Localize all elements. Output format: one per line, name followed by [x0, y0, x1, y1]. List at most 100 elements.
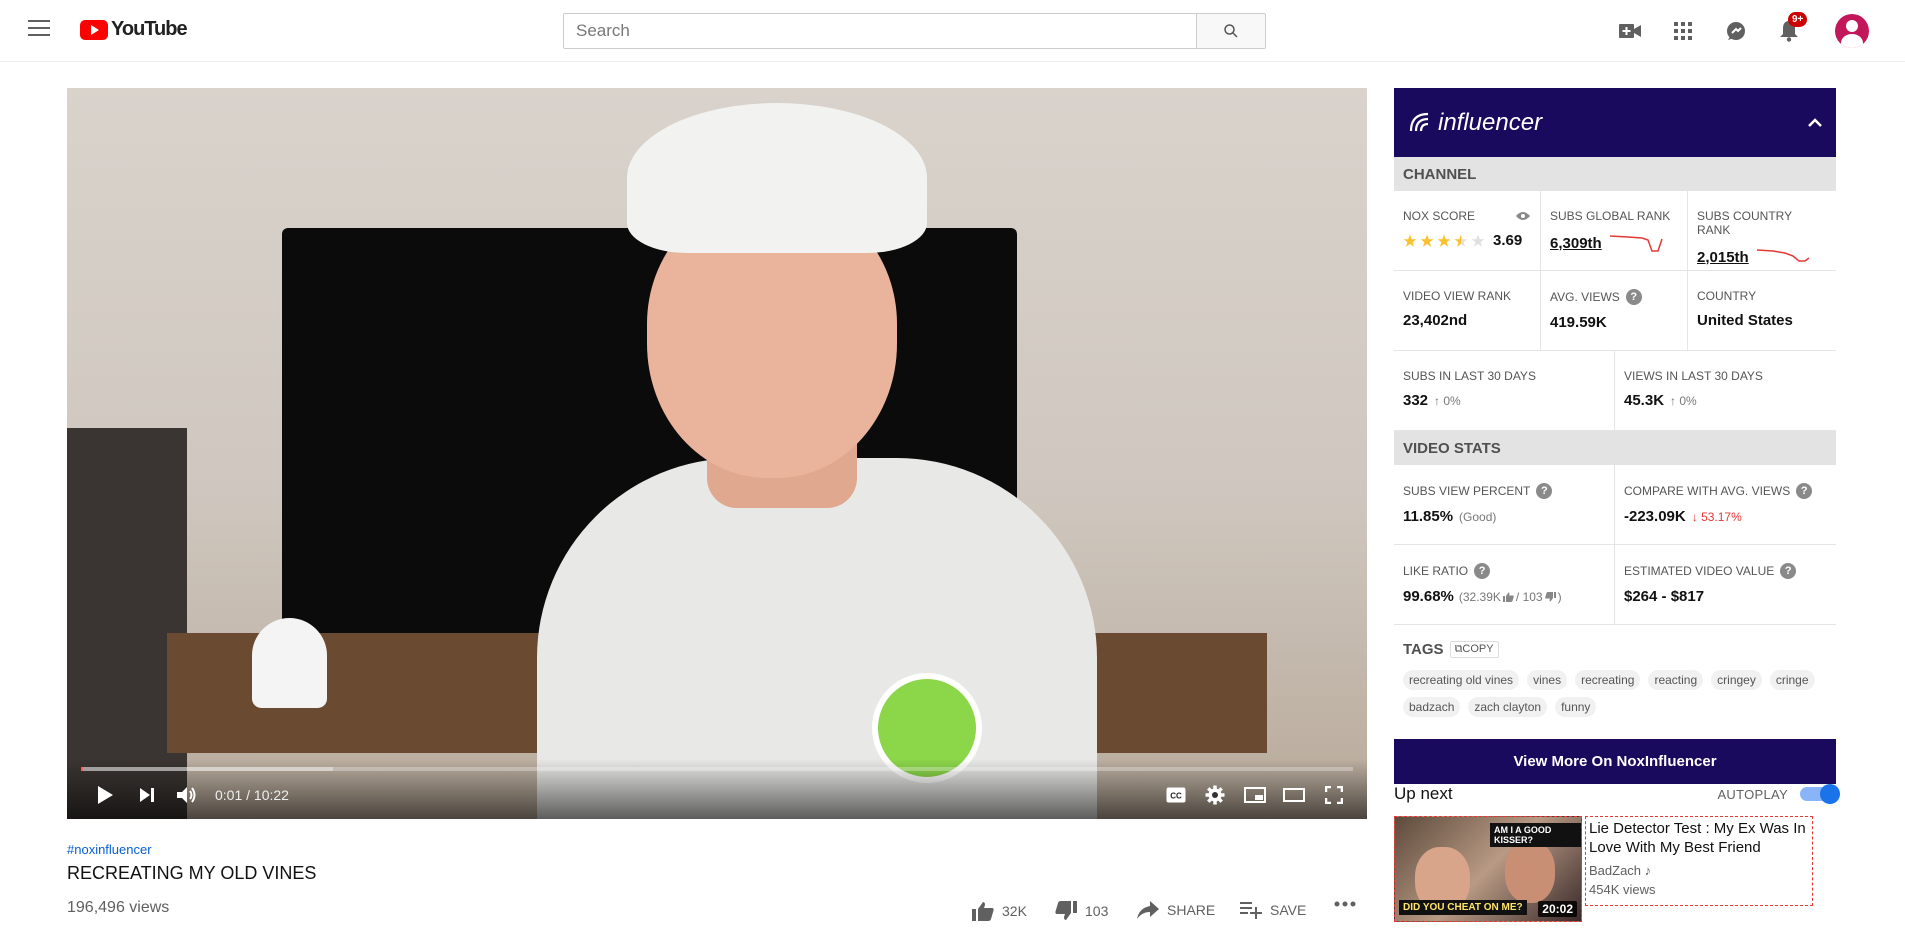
subs-global-rank-value[interactable]: 6,309th [1550, 235, 1602, 252]
subs-view-percent-note: (Good) [1459, 509, 1497, 524]
tag-chip[interactable]: badzach [1403, 697, 1461, 717]
like-ratio-detail: (32.39K / 103 ) [1459, 590, 1562, 604]
view-count: 196,496 views [67, 899, 170, 916]
up-next-details[interactable]: Lie Detector Test : My Ex Was In Love Wi… [1585, 816, 1813, 906]
like-button[interactable]: 32K [972, 901, 1027, 921]
thumbs-up-small-icon [1502, 592, 1514, 602]
search-input[interactable] [563, 13, 1196, 49]
tag-chip[interactable]: recreating old vines [1403, 670, 1520, 690]
menu-icon[interactable] [28, 20, 50, 38]
share-label: SHARE [1167, 902, 1216, 918]
star-icon [1403, 234, 1417, 247]
thumbnail-person-right [1505, 841, 1555, 903]
messages-icon[interactable] [1724, 19, 1748, 43]
next-button[interactable] [135, 783, 159, 807]
tag-chip[interactable]: recreating [1575, 670, 1641, 690]
music-note-icon: ♪ [1644, 863, 1652, 878]
compare-avg-views-change: ↓ 53.17% [1692, 510, 1742, 524]
tag-chip[interactable]: zach clayton [1468, 697, 1548, 717]
thumbs-down-icon [1055, 901, 1077, 920]
tag-chip[interactable]: cringey [1711, 670, 1762, 690]
subtitles-button[interactable]: CC [1164, 783, 1188, 807]
search-button[interactable] [1196, 13, 1266, 49]
account-avatar[interactable] [1835, 14, 1869, 48]
play-button[interactable] [93, 783, 117, 807]
noxinfluencer-logo: influencer [1408, 109, 1542, 137]
video-stats-row-1: SUBS VIEW PERCENT? 11.85% (Good) COMPARE … [1394, 465, 1836, 545]
video-player[interactable]: 0:01 / 10:22 CC [67, 88, 1367, 819]
like-count: 32K [1002, 903, 1027, 919]
tag-chip[interactable]: vines [1527, 670, 1568, 690]
video-view-rank-value: 23,402nd [1403, 312, 1468, 329]
share-button[interactable]: SHARE [1137, 901, 1215, 919]
help-icon[interactable]: ? [1536, 483, 1553, 499]
tag-chip[interactable]: cringe [1769, 670, 1815, 690]
play-icon [98, 786, 113, 804]
thumbnail-caption-bottom: DID YOU CHEAT ON ME? [1399, 900, 1527, 915]
panel-logo-text: influencer [1438, 108, 1543, 136]
copy-tags-button[interactable]: ⧉COPY [1449, 641, 1499, 658]
video-hashtag-link[interactable]: #noxinfluencer [67, 842, 152, 857]
up-next-thumbnail[interactable]: AM I A GOOD KISSER? DID YOU CHEAT ON ME?… [1394, 816, 1582, 922]
eye-icon[interactable] [1515, 211, 1531, 221]
subs-country-rank-value[interactable]: 2,015th [1697, 249, 1749, 266]
gear-icon [1205, 785, 1225, 805]
tag-chip[interactable]: reacting [1648, 670, 1704, 690]
skip-next-icon [140, 788, 154, 802]
like-ratio-value: 99.68% [1403, 588, 1454, 605]
dislike-button[interactable]: 103 [1055, 901, 1108, 921]
progress-buffer [81, 767, 333, 771]
thumbnail-caption-top: AM I A GOOD KISSER? [1490, 823, 1581, 847]
up-next-title[interactable]: Lie Detector Test : My Ex Was In Love Wi… [1589, 819, 1809, 857]
arrow-down-icon: ↓ [1691, 509, 1702, 524]
tags-heading: TAGS [1403, 641, 1444, 658]
time-display: 0:01 / 10:22 [215, 787, 289, 803]
views-30-days-label: VIEWS IN LAST 30 DAYS [1624, 369, 1763, 383]
video-stats-section-heading: VIDEO STATS [1394, 431, 1836, 465]
avg-views-value: 419.59K [1550, 314, 1607, 331]
more-horizontal-icon [1334, 901, 1356, 907]
fullscreen-button[interactable] [1322, 783, 1346, 807]
star-icon [1437, 234, 1451, 247]
noxinfluencer-logo-icon [1409, 112, 1429, 131]
autoplay-toggle[interactable] [1800, 784, 1840, 804]
star-icon [1454, 234, 1468, 247]
help-icon[interactable]: ? [1780, 563, 1797, 579]
view-more-button[interactable]: View More On NoxInfluencer [1394, 739, 1836, 784]
player-controls: 0:01 / 10:22 CC [67, 759, 1367, 819]
subs-view-percent-value: 11.85% [1403, 508, 1454, 525]
country-value: United States [1697, 312, 1793, 329]
settings-button[interactable] [1203, 783, 1227, 807]
mute-button[interactable] [175, 783, 199, 807]
time-separator: / [242, 787, 254, 803]
help-icon[interactable]: ? [1474, 563, 1491, 579]
progress-bar[interactable] [81, 767, 1353, 771]
more-actions-button[interactable] [1334, 901, 1356, 907]
subs-view-percent-label: SUBS VIEW PERCENT [1403, 484, 1531, 498]
save-button[interactable]: SAVE [1240, 901, 1306, 919]
subs-30-days-cell: SUBS IN LAST 30 DAYS 332 ↑ 0% [1394, 351, 1615, 430]
estimated-value-value: $264 - $817 [1624, 588, 1705, 605]
create-video-icon[interactable] [1618, 19, 1642, 43]
views-30-days-change: ↑ 0% [1670, 394, 1697, 408]
time-current: 0:01 [215, 787, 243, 803]
collapse-chevron-icon[interactable] [1808, 117, 1822, 128]
tag-list: recreating old vines vines recreating react… [1403, 670, 1827, 717]
video-title: RECREATING MY OLD VINES [67, 863, 317, 883]
youtube-logo[interactable]: YouTube [80, 18, 188, 41]
save-label: SAVE [1270, 902, 1307, 918]
logo-text: YouTube [111, 18, 188, 40]
compare-avg-views-change-value: 53.17% [1701, 509, 1742, 524]
miniplayer-button[interactable] [1243, 783, 1267, 807]
tag-chip[interactable]: funny [1555, 697, 1597, 717]
theater-mode-button[interactable] [1282, 783, 1306, 807]
help-icon[interactable]: ? [1625, 289, 1642, 305]
tags-section: TAGS ⧉COPY recreating old vines vines recr… [1394, 625, 1836, 739]
subs-30-days-value: 332 [1403, 392, 1429, 409]
country-rank-sparkline [1756, 249, 1810, 262]
help-icon[interactable]: ? [1796, 483, 1813, 499]
noxinfluencer-panel: influencer CHANNEL NOX SCORE 3.69 SUBS G… [1394, 88, 1836, 784]
apps-grid-icon[interactable] [1671, 19, 1695, 43]
up-next-header: Up next AUTOPLAY [1394, 783, 1840, 805]
like-ratio-label: LIKE RATIO [1403, 564, 1469, 578]
